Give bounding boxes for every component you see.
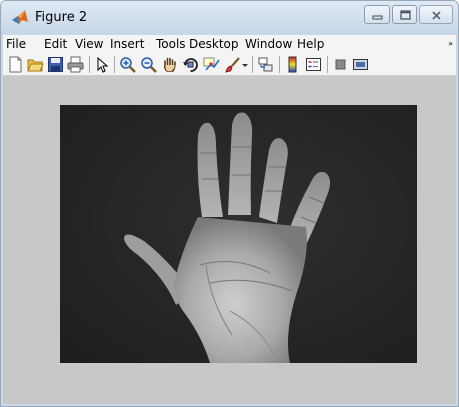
figure-toolbar <box>3 53 456 76</box>
rotate-3d-icon[interactable] <box>182 56 199 73</box>
maximize-button[interactable] <box>392 5 417 24</box>
open-file-icon[interactable] <box>27 56 44 73</box>
matlab-logo-icon <box>12 10 28 24</box>
menu-tools[interactable]: Tools <box>156 37 186 51</box>
toolbar-separator <box>114 56 115 73</box>
menu-file[interactable]: File <box>6 37 26 51</box>
zoom-out-icon[interactable] <box>140 56 157 73</box>
toolbar-separator <box>279 56 280 73</box>
show-plot-tools-icon[interactable] <box>352 56 369 73</box>
title-bar[interactable]: Figure 2 <box>1 1 458 34</box>
figure-canvas[interactable] <box>3 76 456 404</box>
menu-insert[interactable]: Insert <box>110 37 144 51</box>
menu-window[interactable]: Window <box>245 37 292 51</box>
toolbar-separator <box>89 56 90 73</box>
close-icon <box>432 11 441 20</box>
menu-bar: File Edit View Insert Tools Desktop Wind… <box>3 35 456 53</box>
menu-help[interactable]: Help <box>297 37 324 51</box>
save-icon[interactable] <box>47 56 64 73</box>
menu-view[interactable]: View <box>75 37 103 51</box>
toolbar-separator <box>327 56 328 73</box>
legend-icon[interactable] <box>305 56 322 73</box>
zoom-in-icon[interactable] <box>119 56 136 73</box>
pan-hand-icon[interactable] <box>161 56 178 73</box>
menu-edit[interactable]: Edit <box>44 37 67 51</box>
colorbar-icon[interactable] <box>284 56 301 73</box>
brush-dropdown-chevron-icon[interactable] <box>241 56 249 73</box>
figure-window: Figure 2 File Edit View Insert Tools Des… <box>0 0 459 407</box>
hand-image <box>60 105 417 363</box>
double-chevron-icon[interactable]: » <box>448 39 453 48</box>
data-cursor-icon[interactable] <box>203 56 220 73</box>
new-figure-icon[interactable] <box>7 56 24 73</box>
edit-plot-arrow-icon[interactable] <box>93 56 110 73</box>
window-title: Figure 2 <box>35 10 88 25</box>
link-plot-icon[interactable] <box>257 56 274 73</box>
minimize-button[interactable] <box>364 5 390 24</box>
toolbar-separator <box>252 56 253 73</box>
maximize-icon <box>400 10 411 20</box>
hide-plot-tools-icon[interactable] <box>332 56 349 73</box>
print-icon[interactable] <box>67 56 84 73</box>
close-button[interactable] <box>419 5 453 24</box>
minimize-icon <box>372 15 383 20</box>
brush-icon[interactable] <box>224 56 241 73</box>
menu-desktop[interactable]: Desktop <box>189 37 239 51</box>
